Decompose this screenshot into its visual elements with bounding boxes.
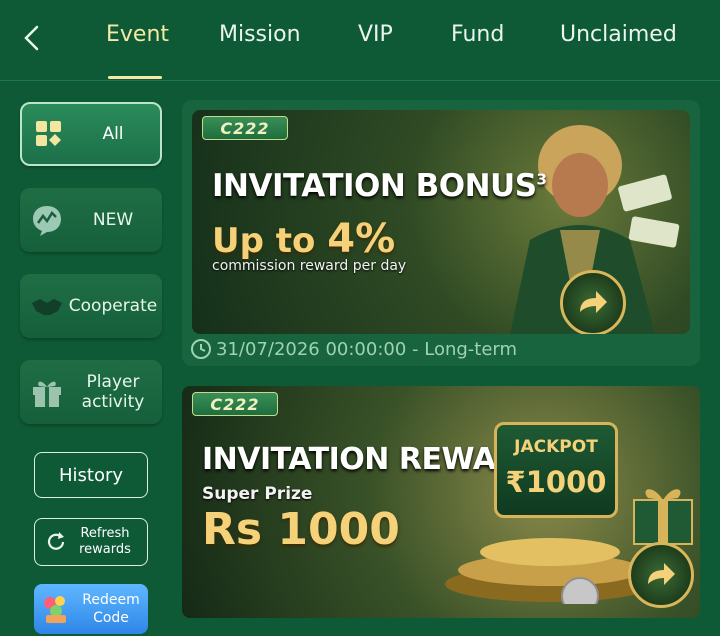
brand-logo: C222 (202, 116, 288, 140)
arrow-right-icon (648, 563, 675, 585)
tab-fund[interactable]: Fund (451, 22, 504, 47)
event-card-invitation-bonus[interactable]: C222 INVITATION BONUS3 Up to 4% commissi… (182, 100, 700, 366)
coin-stack-icon (445, 538, 660, 604)
banner-title-text: INVITATION BONUS (212, 168, 537, 204)
jackpot-label: JACKPOT (514, 437, 598, 457)
redeem-code-label: Redeem Code (82, 592, 140, 626)
grid-icon (32, 117, 66, 151)
banner-title: INVITATION BONUS3 (212, 168, 547, 204)
sidebar-item-all[interactable]: All (20, 102, 162, 166)
jackpot-amount: ₹1000 (505, 465, 607, 499)
sidebar-item-label: NEW (92, 210, 134, 230)
sidebar-item-cooperate[interactable]: Cooperate (20, 274, 162, 338)
top-tab-bar: Event Mission VIP Fund Unclaimed (0, 0, 720, 81)
gift-icon (30, 375, 64, 409)
sidebar-item-new[interactable]: NEW (20, 188, 162, 252)
sidebar-item-label: Cooperate (68, 296, 158, 316)
highlight-value: 4% (327, 216, 396, 262)
chevron-left-icon (24, 25, 39, 51)
event-period: 31/07/2026 00:00:00 - Long-term (190, 338, 517, 360)
refresh-icon (47, 532, 65, 550)
banner-title: INVITATION REWARD (202, 442, 543, 477)
go-button[interactable] (560, 270, 626, 334)
banner-subtitle: Super Prize (202, 484, 313, 504)
arrow-right-icon (580, 291, 607, 313)
highlight-prefix: Up to (212, 221, 328, 261)
flower-icon (44, 596, 66, 623)
refresh-rewards-button[interactable]: Refresh rewards (34, 518, 148, 566)
tab-mission[interactable]: Mission (219, 22, 301, 47)
superscript-badge: 3 (536, 170, 547, 189)
redeem-code-button[interactable]: Redeem Code (34, 584, 148, 634)
go-button[interactable] (628, 542, 694, 608)
banner-subtitle: commission reward per day (212, 258, 407, 274)
event-period-text: 31/07/2026 00:00:00 - Long-term (216, 338, 518, 360)
clock-icon (191, 339, 211, 359)
sidebar-item-label: All (102, 124, 124, 144)
history-button[interactable]: History (34, 452, 148, 498)
prize-amount: Rs 1000 (202, 504, 400, 555)
jackpot-panel: JACKPOT ₹1000 (494, 422, 618, 518)
sidebar-item-player-activity[interactable]: Player activity (20, 360, 162, 424)
handshake-icon (30, 289, 64, 323)
tab-unclaimed[interactable]: Unclaimed (560, 22, 677, 47)
tab-vip[interactable]: VIP (358, 22, 393, 47)
refresh-rewards-label: Refresh rewards (79, 526, 131, 557)
invitation-bonus-banner[interactable]: C222 INVITATION BONUS3 Up to 4% commissi… (192, 110, 690, 334)
invitation-reward-banner[interactable]: C222 INVITATION REWARD Super Prize Rs 10… (182, 386, 700, 618)
sidebar-item-label: Player activity (81, 372, 145, 412)
chat-trend-icon (30, 203, 64, 237)
brand-logo: C222 (192, 392, 278, 416)
tab-event[interactable]: Event (106, 22, 169, 47)
bonus-highlight: Up to 4% (212, 216, 395, 262)
back-button[interactable] (14, 20, 50, 56)
active-tab-indicator (108, 76, 162, 79)
gift-box-icon (633, 489, 693, 545)
